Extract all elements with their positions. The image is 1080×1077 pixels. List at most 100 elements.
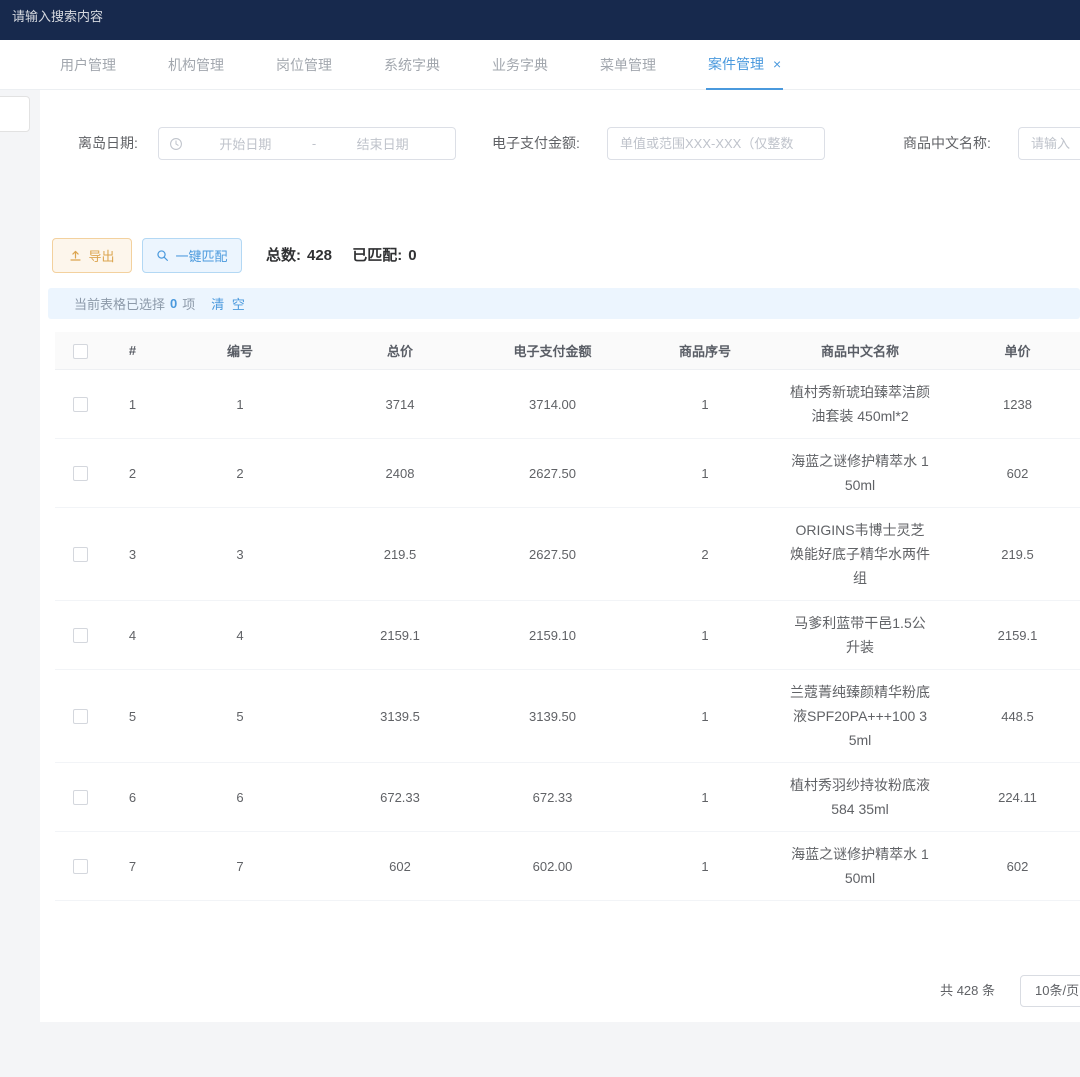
row-select-cell [55, 536, 105, 572]
row-checkbox[interactable] [73, 466, 88, 481]
page-size-select[interactable]: 10条/页 [1020, 975, 1080, 1007]
table-row: 6 6 672.33 672.33 1 植村秀羽纱持妆粉底液 584 35ml … [55, 763, 1080, 832]
end-date-placeholder[interactable]: 结束日期 [320, 134, 445, 153]
product-name-filter-label: 商品中文名称: [903, 127, 991, 160]
cell-code: 5 [160, 699, 320, 734]
search-icon [156, 249, 169, 262]
clear-selection-link[interactable]: 清 空 [211, 294, 247, 313]
header-product-name: 商品中文名称 [785, 331, 935, 370]
header-code: 编号 [160, 331, 320, 370]
cell-epay-amount: 2627.50 [480, 456, 625, 491]
table-body: 1 1 3714 3714.00 1 植村秀新琥珀臻萃洁颜油套装 450ml*2… [55, 370, 1080, 905]
cell-index: 7 [105, 849, 160, 884]
cell-index: 1 [105, 387, 160, 422]
match-stats: 总数:428 已匹配:0 [266, 238, 417, 273]
date-separator: - [308, 136, 320, 151]
header-product-seq: 商品序号 [625, 331, 785, 370]
table-row: 3 3 219.5 2627.50 2 ORIGINS韦博士灵芝焕能好底子精华水… [55, 508, 1080, 601]
tab-list: 用户管理 机构管理 岗位管理 系统字典 业务字典 菜单管理 案件管理 × [0, 40, 1080, 90]
cell-epay-amount: 2627.50 [480, 537, 625, 572]
cell-product-seq: 1 [625, 699, 785, 734]
row-select-cell [55, 455, 105, 491]
page: 请输入搜索内容 用户管理 机构管理 岗位管理 系统字典 业务字典 菜单管理 案件管理 × 离岛… [0, 0, 1080, 1077]
cell-product-name: 植村秀新琥珀臻萃洁颜油套装 450ml*2 [785, 370, 935, 438]
cell-code: 1 [160, 387, 320, 422]
table-row: 4 4 2159.1 2159.10 1 马爹利蓝带干邑1.5公升装 2159.… [55, 601, 1080, 670]
cell-unit-price: 224.11 [935, 780, 1080, 815]
amount-filter-input[interactable] [607, 127, 825, 160]
cell-total-price: 219.5 [320, 537, 480, 572]
tab-close-icon[interactable]: × [773, 57, 781, 71]
cell-unit-price: 602 [935, 849, 1080, 884]
export-icon [69, 249, 82, 262]
tab-机构管理[interactable]: 机构管理 [166, 40, 226, 90]
tab-label: 机构管理 [168, 55, 224, 75]
cell-unit-price: 602 [935, 456, 1080, 491]
header-select-cell [55, 332, 105, 368]
cell-index: 2 [105, 456, 160, 491]
top-navbar: 请输入搜索内容 [0, 0, 1080, 40]
cell-index: 4 [105, 618, 160, 653]
cell-epay-amount: 3139.50 [480, 699, 625, 734]
row-checkbox[interactable] [73, 397, 88, 412]
header-unit-price: 单价 [935, 331, 1080, 370]
header-epay-amount: 电子支付金额 [480, 331, 625, 370]
selection-info-bar: 当前表格已选择 0 项 清 空 [48, 288, 1080, 319]
date-filter-label: 离岛日期: [78, 127, 138, 160]
row-checkbox[interactable] [73, 628, 88, 643]
tab-label: 业务字典 [492, 55, 548, 75]
cell-product-seq: 1 [625, 780, 785, 815]
one-click-match-button[interactable]: 一键匹配 [142, 238, 242, 273]
tab-label: 菜单管理 [600, 55, 656, 75]
tab-label: 系统字典 [384, 55, 440, 75]
tab-案件管理[interactable]: 案件管理 × [706, 40, 783, 90]
export-button[interactable]: 导出 [52, 238, 132, 273]
cell-index: 3 [105, 537, 160, 572]
tab-业务字典[interactable]: 业务字典 [490, 40, 550, 90]
selection-count: 0 [170, 296, 177, 311]
cell-product-seq: 1 [625, 456, 785, 491]
cell-unit-price: 448.5 [935, 699, 1080, 734]
cell-product-name: 马爹利蓝带干邑1.5公升装 [785, 601, 935, 669]
cell-epay-amount: 3714.00 [480, 387, 625, 422]
selection-prefix: 当前表格已选择 [74, 294, 165, 313]
cell-product-seq: 1 [625, 849, 785, 884]
row-checkbox[interactable] [73, 790, 88, 805]
cell-total-price: 3714 [320, 387, 480, 422]
global-search-input[interactable]: 请输入搜索内容 [12, 6, 103, 25]
tab-菜单管理[interactable]: 菜单管理 [598, 40, 658, 90]
cell-code: 2 [160, 456, 320, 491]
table-row: 8 8 1888.88 1888.88 1 卡诗菁纯亮泽经典香氛 488.88 [55, 901, 1080, 905]
header-index: # [105, 333, 160, 368]
cell-product-name: 兰蔻菁纯臻颜精华粉底液SPF20PA+++100 35ml [785, 670, 935, 762]
selection-suffix: 项 [182, 294, 195, 313]
cell-epay-amount: 2159.10 [480, 618, 625, 653]
cell-code: 6 [160, 780, 320, 815]
row-checkbox[interactable] [73, 709, 88, 724]
row-select-cell [55, 779, 105, 815]
cell-product-name: 海蓝之谜修护精萃水 150ml [785, 832, 935, 900]
tab-用户管理[interactable]: 用户管理 [58, 40, 118, 90]
tab-label: 用户管理 [60, 55, 116, 75]
cell-total-price: 3139.5 [320, 699, 480, 734]
start-date-placeholder[interactable]: 开始日期 [183, 134, 308, 153]
clock-icon [169, 137, 183, 151]
cell-code: 7 [160, 849, 320, 884]
header-total-price: 总价 [320, 331, 480, 370]
date-range-picker[interactable]: 开始日期 - 结束日期 [158, 127, 456, 160]
export-button-label: 导出 [88, 246, 114, 265]
select-all-checkbox[interactable] [73, 344, 88, 359]
row-checkbox[interactable] [73, 547, 88, 562]
total-value: 428 [307, 247, 332, 264]
tab-label: 案件管理 [708, 54, 764, 74]
row-checkbox[interactable] [73, 859, 88, 874]
tab-系统字典[interactable]: 系统字典 [382, 40, 442, 90]
matched-label: 已匹配: [352, 247, 402, 264]
cell-product-name: 植村秀羽纱持妆粉底液 584 35ml [785, 763, 935, 831]
cell-unit-price: 1238 [935, 387, 1080, 422]
cell-total-price: 2159.1 [320, 618, 480, 653]
product-name-filter-input[interactable] [1018, 127, 1080, 160]
cell-product-name: 海蓝之谜修护精萃水 150ml [785, 439, 935, 507]
total-label: 总数: [266, 247, 301, 264]
tab-岗位管理[interactable]: 岗位管理 [274, 40, 334, 90]
